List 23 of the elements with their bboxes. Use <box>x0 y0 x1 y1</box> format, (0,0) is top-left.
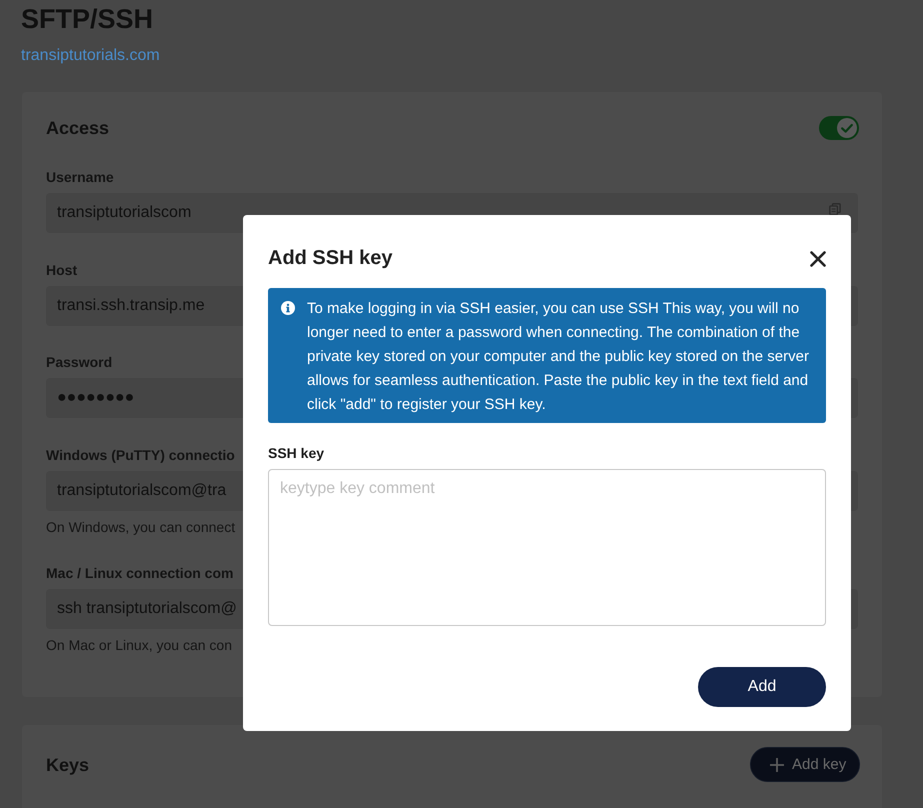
toggle-switch[interactable] <box>819 116 859 140</box>
hint-text: On Mac or Linux, you can con <box>46 636 232 655</box>
info-icon <box>281 301 295 315</box>
hint-text: On Windows, you can connect <box>46 518 236 536</box>
close-icon[interactable] <box>810 250 826 266</box>
field-label: SSH key <box>268 444 324 463</box>
field-label: Host <box>46 260 78 280</box>
info-text: To make logging in via SSH easier, you can use SSH This way, you will no longer need to enter a password when connecting. The combination of the private key stored on your computer and the public key stored on the server allows for seamless authentication. Paste the public key in the text field and click "add" to register your SSH key. <box>307 299 810 415</box>
section-heading: Keys <box>46 754 90 776</box>
field-label: Username <box>46 168 114 187</box>
plus-icon <box>770 758 784 772</box>
field-label: Windows (PuTTY) connectio <box>46 446 235 464</box>
field-label: Mac / Linux connection com <box>46 564 234 583</box>
copy-icon[interactable] <box>829 203 841 215</box>
field-value: ●●●●●●●● <box>57 388 134 408</box>
add-button[interactable]: Add <box>698 667 826 707</box>
check-icon <box>837 118 857 138</box>
dialog-title: Add SSH key <box>268 246 392 271</box>
section-heading: Access <box>46 117 110 140</box>
ssh-key-field[interactable]: keytype key comment <box>268 469 826 626</box>
domain-link[interactable]: transiptutorials.com <box>21 44 160 68</box>
field-label: Password <box>46 353 112 372</box>
add-key-button[interactable]: Add key <box>750 747 860 782</box>
